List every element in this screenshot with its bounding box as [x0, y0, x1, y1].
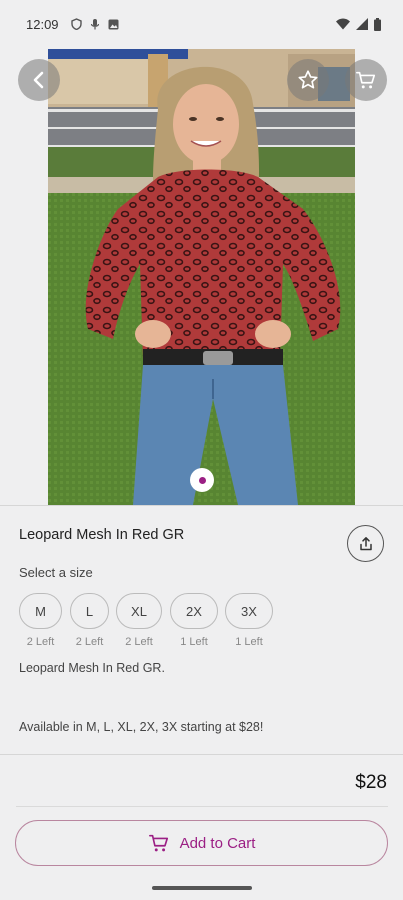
product-title: Leopard Mesh In Red GR [19, 527, 185, 543]
favorite-button[interactable] [287, 59, 329, 101]
status-time: 12:09 [26, 16, 59, 32]
add-to-cart-label: Add to Cart [179, 834, 256, 852]
status-bar: 12:09 [0, 0, 403, 48]
product-description: Leopard Mesh In Red GR. [19, 661, 165, 675]
image-icon [108, 19, 119, 29]
signal-icon [356, 18, 368, 30]
product-photo[interactable] [48, 49, 355, 505]
star-outline-icon [298, 70, 318, 89]
share-icon [359, 536, 372, 550]
product-photo-illustration [48, 49, 355, 505]
product-price: $28 [355, 772, 387, 793]
active-page-dot [198, 476, 206, 484]
add-to-cart-button[interactable]: Add to Cart [15, 820, 388, 866]
size-stock-3x: 1 Left [235, 636, 263, 648]
product-availability: Available in M, L, XL, 2X, 3X starting a… [19, 720, 264, 734]
divider [16, 806, 388, 807]
battery-icon [374, 17, 381, 31]
wifi-icon [336, 18, 350, 30]
divider [0, 505, 403, 506]
size-option-m[interactable]: M [19, 593, 62, 629]
mic-icon [90, 19, 99, 30]
cart-icon [356, 71, 376, 89]
size-prompt: Select a size [19, 565, 93, 580]
shield-icon [70, 18, 82, 30]
size-stock-xl: 2 Left [125, 636, 153, 648]
home-indicator[interactable] [152, 886, 252, 890]
gallery-page-indicator [190, 468, 214, 492]
header-cart-button[interactable] [345, 59, 387, 101]
size-stock-m: 2 Left [26, 636, 55, 648]
size-option-2x[interactable]: 2X [170, 593, 218, 629]
size-stock-l: 2 Left [75, 636, 104, 648]
chevron-left-icon [33, 71, 44, 89]
size-stock-2x: 1 Left [180, 636, 208, 648]
cart-icon [148, 834, 168, 852]
divider [0, 754, 403, 755]
size-option-xl[interactable]: XL [116, 593, 162, 629]
share-button[interactable] [347, 525, 384, 562]
back-button[interactable] [18, 59, 60, 101]
size-option-l[interactable]: L [70, 593, 109, 629]
size-option-3x[interactable]: 3X [225, 593, 273, 629]
